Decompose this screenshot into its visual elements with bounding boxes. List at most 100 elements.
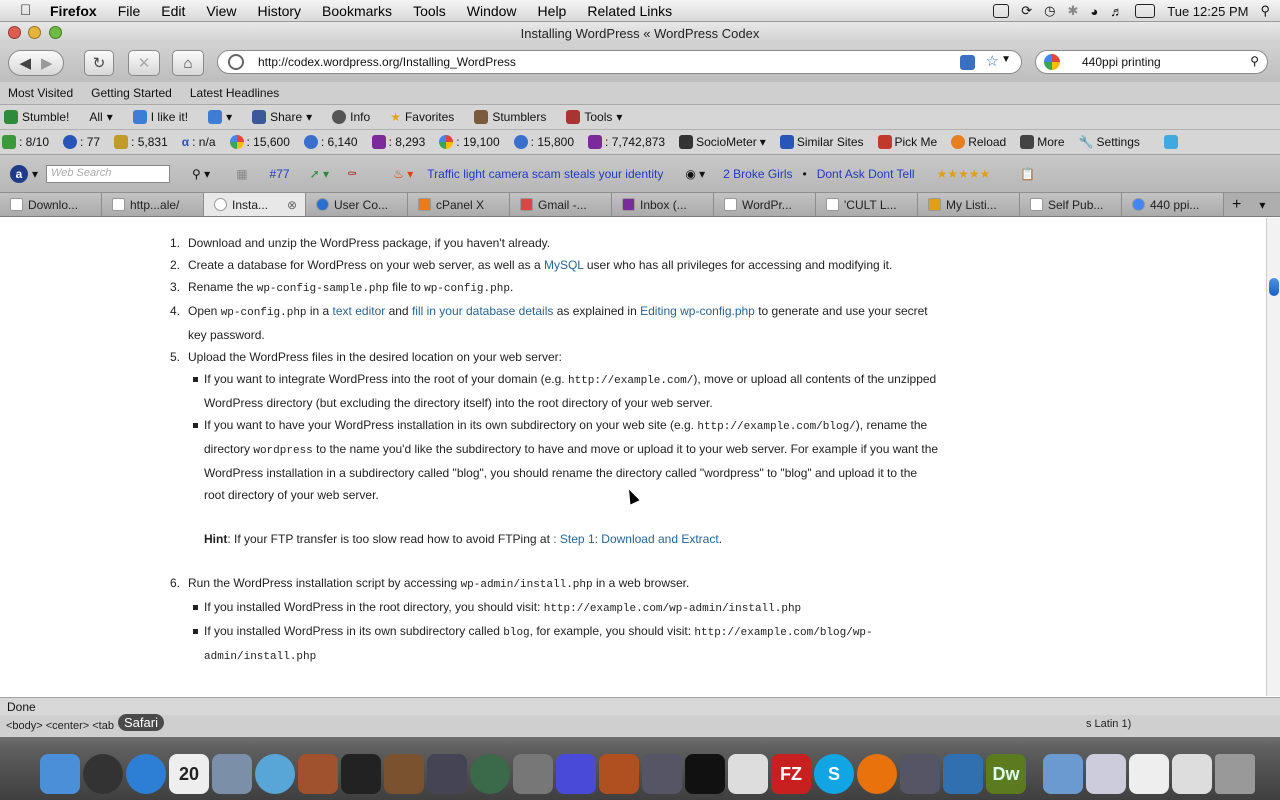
photo-booth-icon[interactable]	[298, 754, 338, 794]
garageband-icon[interactable]	[384, 754, 424, 794]
skype-icon[interactable]: S	[814, 754, 854, 794]
spotlight-icon[interactable]: ⚲	[1260, 3, 1270, 19]
url-bar[interactable]: http://codex.wordpress.org/Installing_Wo…	[217, 50, 1022, 74]
share-button[interactable]: Share ▾	[252, 110, 312, 124]
safari-icon[interactable]	[126, 754, 166, 794]
tab-download[interactable]: Downlo...	[0, 193, 102, 216]
rss-icon[interactable]	[960, 55, 975, 70]
search-bar[interactable]: 440ppi printing ⚲	[1035, 50, 1268, 74]
calendar-icon[interactable]: 20	[169, 754, 209, 794]
stat-yahoo[interactable]: : 8,293	[371, 135, 425, 149]
menu-edit[interactable]: Edit	[161, 3, 185, 19]
bookmark-latest-headlines[interactable]: Latest Headlines	[190, 86, 279, 100]
info-button[interactable]: Info	[332, 110, 370, 124]
filezilla-icon[interactable]: FZ	[771, 754, 811, 794]
media-icon[interactable]: ◉ ▾	[685, 167, 705, 181]
keynote-icon[interactable]	[599, 754, 639, 794]
close-window-icon[interactable]	[8, 26, 21, 39]
menu-history[interactable]: History	[257, 3, 301, 19]
google-icon[interactable]	[1044, 54, 1060, 70]
alexa-logo-icon[interactable]: a	[10, 164, 28, 183]
text-editor-link[interactable]: text editor	[333, 304, 386, 318]
search-icon[interactable]: ⚲	[1250, 54, 1259, 68]
search-text[interactable]: 440ppi printing	[1082, 55, 1161, 69]
documents-stack-icon[interactable]	[1086, 754, 1126, 794]
home-button[interactable]: ⌂	[172, 50, 204, 76]
menu-clock[interactable]: Tue 12:25 PM	[1167, 4, 1248, 19]
ftp-app-icon[interactable]	[556, 754, 596, 794]
screen-record-icon[interactable]	[993, 4, 1010, 18]
menu-related-links[interactable]: Related Links	[587, 3, 672, 19]
tab-wordpress[interactable]: WordPr...	[714, 193, 816, 216]
stat-bing[interactable]: : 6,140	[303, 135, 358, 149]
photos-icon[interactable]	[212, 754, 252, 794]
trend-link-2[interactable]: Dont Ask Dont Tell	[817, 167, 915, 181]
like-button[interactable]: I like it!	[132, 110, 188, 124]
favorites-button[interactable]: ★ Favorites	[390, 110, 454, 124]
downloads-stack-icon[interactable]	[1129, 754, 1169, 794]
stat-google-index[interactable]: : 15,600	[229, 135, 290, 149]
activity-monitor-icon[interactable]	[685, 754, 725, 794]
mysql-link[interactable]: MySQL	[544, 258, 584, 272]
menu-window[interactable]: Window	[467, 3, 517, 19]
volume-icon[interactable]: ♬	[1110, 4, 1123, 19]
editing-wp-config-link[interactable]: Editing wp-config.php	[640, 304, 755, 318]
sociometer-button[interactable]: SocioMeter ▾	[679, 135, 766, 149]
textedit-icon[interactable]	[728, 754, 768, 794]
stat-pagerank[interactable]: : 8/10	[2, 135, 49, 149]
tab-cult[interactable]: 'CULT L...	[816, 193, 918, 216]
web-search-input[interactable]: Web Search	[46, 164, 171, 183]
tab-self-pub[interactable]: Self Pub...	[1020, 193, 1122, 216]
dreamweaver-icon[interactable]: Dw	[986, 754, 1026, 794]
scrollbar-thumb[interactable]	[1269, 278, 1279, 296]
pick-me-button[interactable]: Pick Me	[877, 135, 937, 149]
menu-tools[interactable]: Tools	[413, 3, 446, 19]
magnifier-icon[interactable]: ⚲ ▾	[192, 167, 210, 181]
stumble-tools-button[interactable]: Tools ▾	[566, 110, 622, 124]
firefox-icon[interactable]	[857, 754, 897, 794]
clipboard-icon[interactable]: 📋	[1020, 167, 1035, 181]
bluetooth-icon[interactable]: ✱	[1068, 3, 1079, 19]
vertical-scrollbar[interactable]	[1266, 218, 1280, 696]
trend-link-1[interactable]: 2 Broke Girls	[723, 167, 792, 181]
xcode-icon[interactable]	[642, 754, 682, 794]
related-links-icon[interactable]: ➚ ▾	[310, 167, 329, 181]
database-details-link[interactable]: fill in your database details	[412, 304, 553, 318]
hot-icon[interactable]: ♨ ▾	[393, 167, 413, 181]
minimize-window-icon[interactable]	[28, 26, 41, 39]
forward-icon[interactable]: ▶	[41, 54, 53, 72]
battery-icon[interactable]	[1135, 4, 1156, 18]
settings-button[interactable]: 🔧 Settings	[1079, 135, 1140, 149]
url-dropdown-icon[interactable]: ▼	[1001, 54, 1011, 65]
tab-my-listings[interactable]: My Listi...	[918, 193, 1020, 216]
time-machine-icon[interactable]: ◷	[1044, 3, 1055, 19]
tab-inbox[interactable]: Inbox (...	[612, 193, 714, 216]
headline-link[interactable]: Traffic light camera scam steals your id…	[427, 167, 663, 181]
close-tab-icon[interactable]: ⊗	[287, 198, 297, 212]
bookmark-star-icon[interactable]: ☆	[986, 52, 999, 70]
menu-view[interactable]: View	[206, 3, 236, 19]
stumblers-button[interactable]: Stumblers	[474, 110, 546, 124]
all-dropdown[interactable]: All ▾	[89, 110, 112, 124]
wifi-icon[interactable]: ◕	[1090, 4, 1098, 19]
menu-help[interactable]: Help	[538, 3, 567, 19]
menu-file[interactable]: File	[118, 3, 141, 19]
apple-icon[interactable]: 	[20, 2, 36, 19]
numbers-icon[interactable]	[943, 754, 983, 794]
tab-installing-wordpress[interactable]: Insta... ⊗	[204, 193, 306, 216]
step1-download-link[interactable]: : Step 1: Download and Extract	[553, 532, 718, 546]
rating-stars[interactable]: ★★★★★	[937, 167, 991, 181]
time-machine-dock-icon[interactable]	[470, 754, 510, 794]
url-text[interactable]: http://codex.wordpress.org/Installing_Wo…	[258, 55, 516, 69]
menu-app-name[interactable]: Firefox	[50, 3, 97, 19]
reload-stats-button[interactable]: Reload	[951, 135, 1006, 149]
tab-cpanel[interactable]: cPanel X	[408, 193, 510, 216]
menu-bookmarks[interactable]: Bookmarks	[322, 3, 392, 19]
stumble-button[interactable]: Stumble!	[4, 110, 69, 124]
file-stack-icon[interactable]	[1172, 754, 1212, 794]
rank-chart-icon[interactable]: ▦	[236, 167, 247, 181]
zoom-window-icon[interactable]	[49, 26, 62, 39]
alexa-rank-link[interactable]: #77	[270, 167, 290, 181]
system-preferences-icon[interactable]	[513, 754, 553, 794]
spaces-icon[interactable]	[427, 754, 467, 794]
